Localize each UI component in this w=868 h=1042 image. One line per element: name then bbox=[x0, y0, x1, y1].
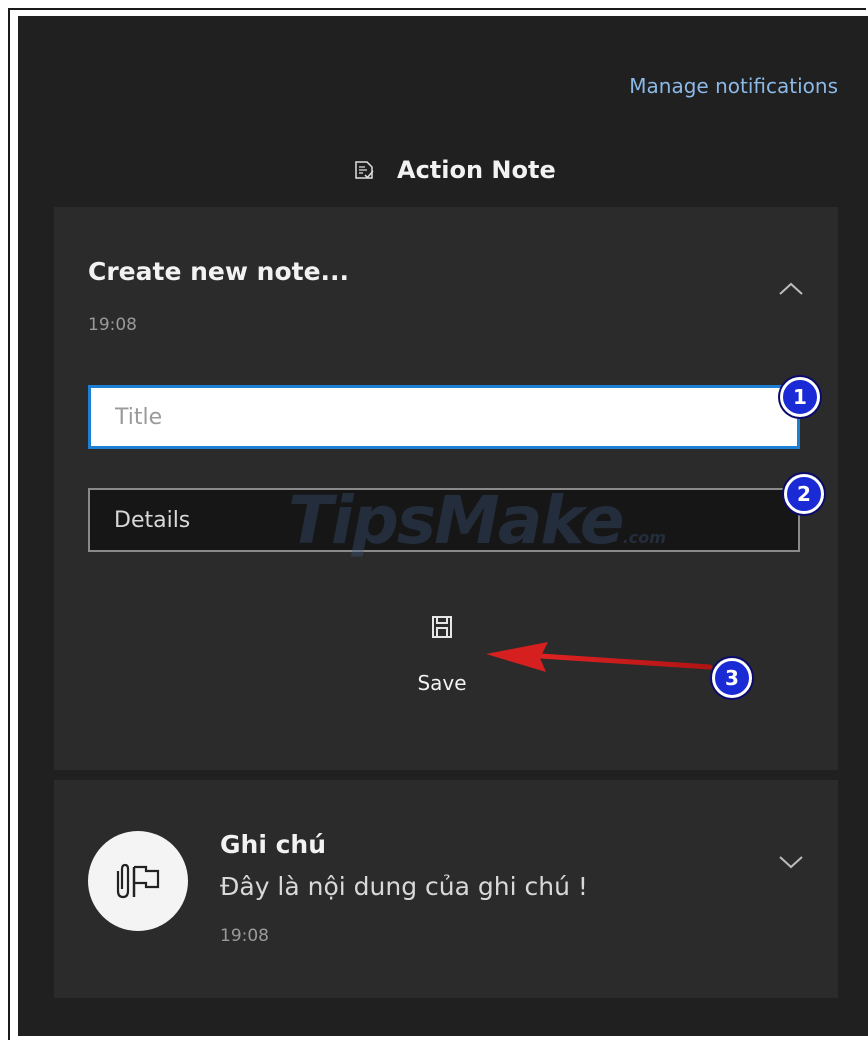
note-avatar bbox=[88, 831, 188, 931]
annotation-arrow bbox=[486, 642, 713, 672]
action-note-icon bbox=[355, 161, 374, 179]
annotation-badge-2: 2 bbox=[784, 474, 824, 514]
frame-border-left bbox=[8, 8, 10, 1040]
note-notification-card[interactable]: Ghi chú Đây là nội dung của ghi chú ! 19… bbox=[54, 780, 838, 998]
manage-notifications-link[interactable]: Manage notifications bbox=[629, 74, 838, 98]
app-title: Action Note bbox=[397, 156, 556, 184]
save-label: Save bbox=[417, 671, 467, 695]
chevron-up-icon[interactable] bbox=[776, 279, 806, 299]
frame-border-top bbox=[8, 8, 866, 10]
annotation-badge-1: 1 bbox=[780, 377, 820, 417]
title-input[interactable] bbox=[88, 385, 800, 449]
app-header: Action Note bbox=[353, 156, 556, 184]
create-note-time: 19:08 bbox=[88, 315, 137, 335]
details-input[interactable] bbox=[88, 488, 800, 552]
create-note-title: Create new note... bbox=[88, 257, 350, 286]
note-title: Ghi chú bbox=[220, 830, 327, 859]
annotation-badge-3: 3 bbox=[712, 658, 752, 698]
chevron-down-icon[interactable] bbox=[776, 852, 806, 872]
note-body: Đây là nội dung của ghi chú ! bbox=[220, 872, 588, 901]
note-time: 19:08 bbox=[220, 926, 269, 946]
save-icon bbox=[432, 616, 452, 638]
attachment-flag-icon bbox=[116, 863, 160, 899]
